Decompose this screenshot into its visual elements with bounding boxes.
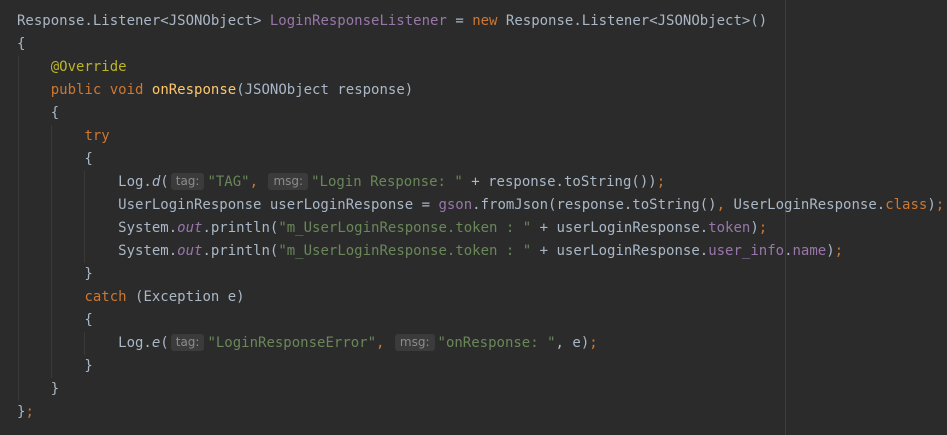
code-line[interactable]: };: [17, 401, 944, 424]
parameter-hint: msg:: [268, 173, 309, 190]
code-line[interactable]: {: [17, 102, 944, 125]
code-line[interactable]: System.out.println("m_UserLoginResponse.…: [17, 240, 944, 263]
code-token: @Override: [50, 59, 127, 75]
code-token: + userLoginResponse.: [531, 243, 709, 259]
code-token: Response.Listener<JSONObject>: [17, 13, 270, 29]
code-token: name: [792, 243, 827, 259]
code-token: "LoginResponseError": [207, 335, 377, 351]
code-line[interactable]: {: [17, 148, 944, 171]
code-token: =: [446, 13, 473, 29]
code-token: ;: [589, 335, 598, 351]
code-line[interactable]: Log.e(tag: "LoginResponseError", msg: "onR…: [17, 332, 944, 355]
code-token: ;: [834, 243, 844, 259]
code-token: class: [885, 197, 928, 213]
code-token: UserLoginResponse.: [725, 197, 886, 213]
code-token: Log.: [17, 174, 152, 190]
code-token: ,: [716, 197, 726, 213]
code-token: Log.: [17, 335, 152, 351]
code-token: {: [17, 105, 60, 121]
code-token: onResponse: [151, 82, 237, 98]
code-token: "m_UserLoginResponse.token : ": [278, 243, 532, 259]
parameter-hint: tag:: [170, 334, 205, 351]
code-line[interactable]: @Override: [17, 56, 944, 79]
code-token: out: [177, 220, 203, 236]
code-line[interactable]: catch (Exception e): [17, 286, 944, 309]
code-line[interactable]: Response.Listener<JSONObject> LoginRespo…: [17, 10, 944, 33]
code-line[interactable]: public void onResponse(JSONObject respon…: [17, 79, 944, 102]
code-line[interactable]: }: [17, 355, 944, 378]
code-token: ): [750, 220, 759, 236]
code-token: public: [50, 82, 102, 98]
code-token: (: [160, 174, 169, 190]
code-editor[interactable]: Response.Listener<JSONObject> LoginRespo…: [0, 0, 947, 435]
code-token: "m_UserLoginResponse.token : ": [278, 220, 532, 236]
code-token: }: [17, 381, 60, 397]
code-token: System.: [17, 243, 178, 259]
parameter-hint: tag:: [170, 173, 205, 190]
code-token: new: [472, 13, 498, 29]
code-token: + response.toString()): [462, 174, 657, 190]
code-line[interactable]: }: [17, 263, 944, 286]
code-line[interactable]: try: [17, 125, 944, 148]
code-token: .: [784, 243, 793, 259]
code-token: void: [109, 82, 144, 98]
code-token: Response.Listener<JSONObject>(): [497, 13, 768, 29]
code-token: "TAG": [207, 174, 250, 190]
code-line[interactable]: {: [17, 33, 944, 56]
code-token: UserLoginResponse userLoginResponse =: [17, 197, 439, 213]
code-line[interactable]: {: [17, 309, 944, 332]
code-token: ): [826, 243, 835, 259]
code-line[interactable]: UserLoginResponse userLoginResponse = gs…: [17, 194, 944, 217]
code-token: "onResponse: ": [437, 335, 556, 351]
code-token: }: [17, 358, 93, 374]
code-token: ;: [656, 174, 666, 190]
code-token: ;: [935, 197, 945, 213]
parameter-hint: msg:: [394, 334, 435, 351]
code-token: (: [160, 335, 169, 351]
code-token: (Exception e): [126, 289, 245, 305]
code-line[interactable]: System.out.println("m_UserLoginResponse.…: [17, 217, 944, 240]
code-token: .println(: [202, 243, 279, 259]
code-token: .fromJson(response.toString(): [472, 197, 717, 213]
code-line[interactable]: Log.d(tag: "TAG", msg: "Login Response: " …: [17, 171, 944, 194]
code-token: ,: [249, 174, 259, 190]
code-token: "Login Response: ": [311, 174, 463, 190]
code-token: gson: [438, 197, 473, 213]
code-token: System.: [17, 220, 178, 236]
code-token: {: [17, 36, 26, 52]
code-token: out: [177, 243, 203, 259]
code-token: token: [708, 220, 751, 236]
code-token: user_info: [708, 243, 785, 259]
code-token: .println(: [202, 220, 279, 236]
code-content[interactable]: Response.Listener<JSONObject> LoginRespo…: [17, 10, 944, 424]
code-token: ): [927, 197, 936, 213]
code-token: + userLoginResponse.: [531, 220, 709, 236]
code-token: }: [17, 266, 93, 282]
code-token: (JSONObject response): [236, 82, 414, 98]
code-token: ;: [25, 404, 34, 420]
code-token: ;: [758, 220, 768, 236]
code-token: {: [17, 151, 93, 167]
code-token: catch: [84, 289, 127, 305]
code-token: , e): [555, 335, 590, 351]
code-token: {: [17, 312, 93, 328]
code-token: LoginResponseListener: [269, 13, 447, 29]
code-line[interactable]: }: [17, 378, 944, 401]
code-token: try: [84, 128, 110, 144]
